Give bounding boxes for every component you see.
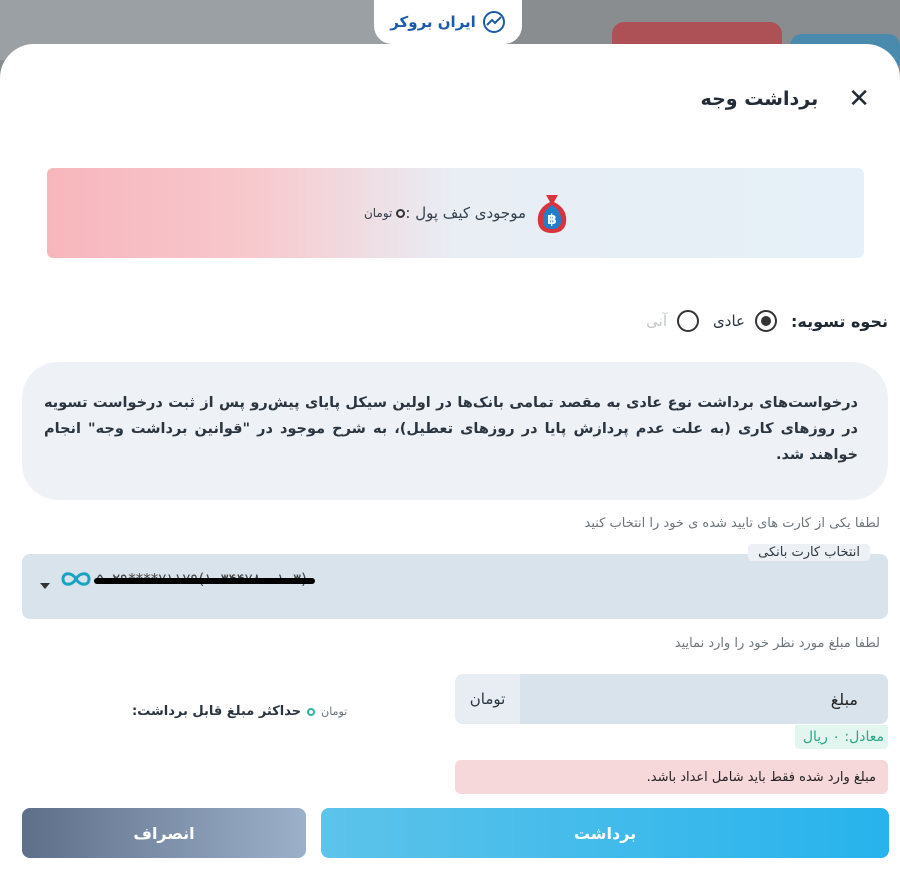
- svg-text:฿: ฿: [547, 212, 557, 228]
- settlement-label: نحوه تسویه:: [790, 311, 888, 331]
- max-withdraw: تومان حداکثر مبلغ قابل برداشت:: [132, 704, 347, 719]
- max-unit: تومان: [321, 705, 348, 718]
- radio-checked-icon[interactable]: [754, 310, 777, 332]
- withdraw-button[interactable]: برداشت: [321, 808, 889, 858]
- balance-label: موجودی کیف پول :: [405, 204, 526, 222]
- amount-field: تومان: [455, 674, 888, 724]
- brand-logo: ایران بروکر: [374, 0, 522, 44]
- logo-text: ایران بروکر: [390, 13, 476, 31]
- bank-card-select[interactable]: انتخاب کارت بانکی ۵۰۲۹****۷۱۱۷۹(۱۰۳۴۴۷۸۰…: [22, 544, 888, 619]
- amount-input[interactable]: [520, 674, 888, 724]
- withdraw-info-text: درخواست‌های برداشت نوع عادی به مقصد تمام…: [22, 362, 888, 500]
- error-message: مبلغ وارد شده فقط باید شامل اعداد باشد.: [455, 760, 888, 794]
- card-number: ۵۰۲۹****۷۱۱۷۹(۱۰۳۴۴۷۸۰۰۱۰۳): [94, 570, 315, 588]
- modal-title: برداشت وجه: [700, 88, 819, 110]
- balance-unit: تومان: [363, 206, 393, 220]
- card-select-label: انتخاب کارت بانکی: [748, 544, 870, 561]
- card-select-hint: لطفا یکی از کارت های تایید شده ی خود را …: [584, 516, 880, 531]
- close-icon[interactable]: ✕: [848, 86, 870, 112]
- selected-card: ۵۰۲۹****۷۱۱۷۹(۱۰۳۴۴۷۸۰۰۱۰۳): [60, 570, 315, 588]
- chevron-down-icon[interactable]: [40, 583, 50, 589]
- radio-unchecked-icon: [677, 310, 700, 332]
- equivalent-rial: معادل: ۰ ریال: [794, 725, 888, 749]
- amount-unit: تومان: [455, 674, 520, 724]
- max-value-zero: [307, 707, 316, 716]
- withdraw-modal: ✕ برداشت وجه ฿ موجودی کیف پول : تومان نح…: [0, 44, 900, 873]
- amount-hint: لطفا مبلغ مورد نظر خود را وارد نمایید: [674, 636, 880, 651]
- bank-logo-icon: [61, 572, 91, 586]
- settlement-option-instant: آنی: [646, 310, 700, 332]
- settlement-option-label: عادی: [713, 312, 745, 330]
- cancel-button[interactable]: انصراف: [22, 808, 306, 858]
- money-bag-bitcoin-icon: ฿: [537, 195, 567, 233]
- modal-header: ✕ برداشت وجه: [700, 86, 870, 112]
- settlement-type-group: نحوه تسویه: عادی آنی: [646, 310, 888, 332]
- wallet-balance-card: ฿ موجودی کیف پول : تومان: [47, 168, 864, 258]
- settlement-option-label: آنی: [646, 312, 668, 330]
- max-label: حداکثر مبلغ قابل برداشت:: [132, 704, 302, 719]
- settlement-option-normal[interactable]: عادی: [713, 310, 777, 332]
- balance-value-zero: [396, 208, 406, 218]
- chart-logo-icon: [482, 11, 505, 33]
